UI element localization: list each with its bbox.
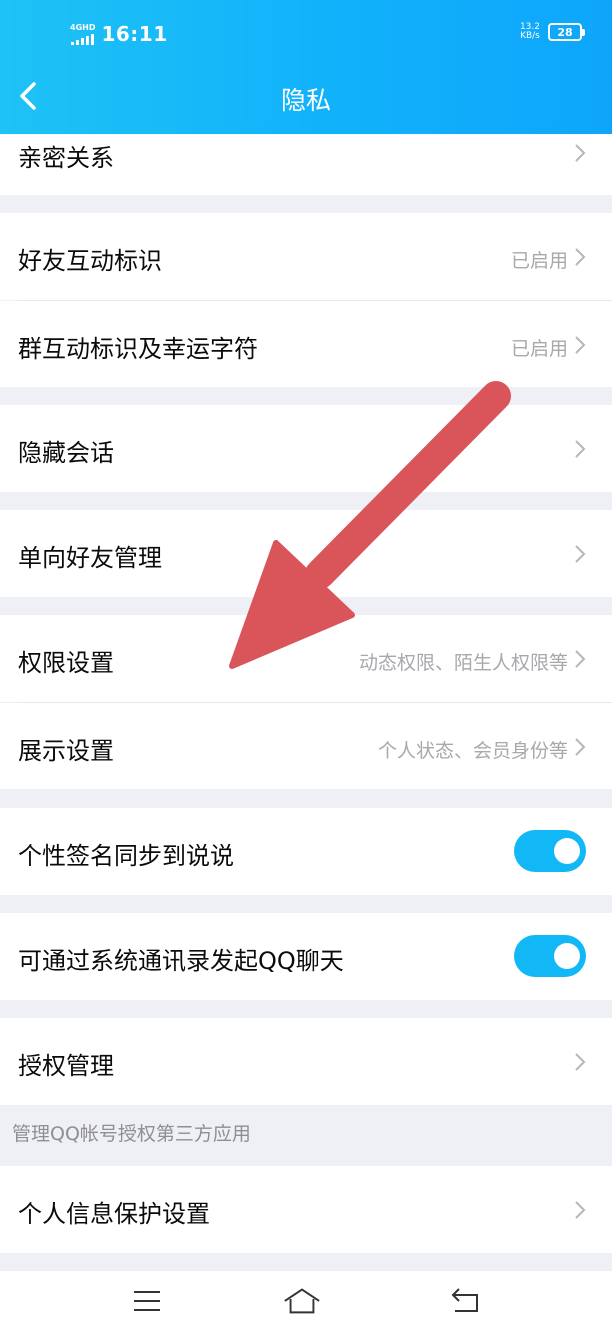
authorization-note: 管理QQ帐号授权第三方应用 [12, 1123, 251, 1145]
status-bar: 4GHD 16:11 13.2 KB/s 28 [0, 0, 612, 66]
nav-bar: 隐私 [0, 66, 612, 134]
row-value: 动态权限、陌生人权限等 [358, 652, 568, 674]
row-label: 授权管理 [18, 1052, 114, 1080]
row-one-way-friend[interactable]: 单向好友管理 [0, 510, 612, 597]
return-icon [451, 1288, 478, 1312]
network-type: 4GHD [70, 22, 96, 32]
row-label: 隐藏会话 [18, 439, 114, 467]
toggle-knob [554, 838, 580, 864]
row-label: 个人信息保护设置 [18, 1200, 210, 1228]
row-label: 展示设置 [18, 737, 114, 765]
row-personal-info[interactable]: 个人信息保护设置 [0, 1166, 612, 1253]
chevron-right-icon [575, 336, 586, 354]
row-label: 个性签名同步到说说 [18, 842, 234, 870]
app-header: 4GHD 16:11 13.2 KB/s 28 隐私 [0, 0, 612, 134]
row-intimate-relation[interactable]: 亲密关系 [0, 134, 612, 195]
chevron-right-icon [575, 545, 586, 563]
return-button[interactable] [446, 1281, 486, 1319]
row-hidden-chat[interactable]: 隐藏会话 [0, 405, 612, 492]
row-value: 个人状态、会员身份等 [377, 740, 568, 762]
network-speed: 13.2 KB/s [520, 22, 540, 42]
row-signature-sync: 个性签名同步到说说 [0, 808, 612, 895]
row-value: 已启用 [510, 338, 568, 360]
system-nav-bar [0, 1271, 612, 1319]
row-authorization[interactable]: 授权管理 [0, 1018, 612, 1105]
chevron-right-icon [575, 144, 586, 162]
row-label: 群互动标识及幸运字符 [18, 335, 258, 363]
network-speed-unit: KB/s [520, 31, 540, 42]
signature-sync-toggle[interactable] [514, 830, 586, 872]
signal-indicator: 4GHD [70, 22, 96, 45]
row-friend-interaction[interactable]: 好友互动标识 已启用 [0, 213, 612, 300]
row-label: 好友互动标识 [18, 247, 162, 275]
row-label: 可通过系统通讯录发起QQ聊天 [18, 947, 344, 975]
chevron-right-icon [575, 1053, 586, 1071]
status-bar-right: 13.2 KB/s 28 [520, 22, 585, 42]
row-value: 已启用 [510, 250, 568, 272]
status-bar-left: 4GHD 16:11 [70, 22, 168, 46]
chevron-right-icon [575, 738, 586, 756]
row-label: 单向好友管理 [18, 544, 162, 572]
row-permission-settings[interactable]: 权限设置 动态权限、陌生人权限等 [0, 615, 612, 702]
battery-level: 28 [557, 25, 573, 39]
row-label: 权限设置 [18, 649, 114, 677]
row-group-interaction[interactable]: 群互动标识及幸运字符 已启用 [0, 301, 612, 387]
row-contacts-chat: 可通过系统通讯录发起QQ聊天 [0, 913, 612, 1000]
home-icon [284, 1288, 320, 1314]
chevron-right-icon [575, 248, 586, 266]
chevron-right-icon [575, 1201, 586, 1219]
row-label: 亲密关系 [18, 144, 114, 172]
menu-icon [134, 1291, 160, 1311]
page-title: 隐私 [280, 86, 331, 115]
signal-icon [71, 33, 95, 45]
row-display-settings[interactable]: 展示设置 个人状态、会员身份等 [0, 703, 612, 789]
contacts-chat-toggle[interactable] [514, 935, 586, 977]
home-button[interactable] [282, 1281, 322, 1319]
battery-icon: 28 [548, 23, 585, 42]
chevron-right-icon [575, 440, 586, 458]
chevron-right-icon [575, 650, 586, 668]
toggle-knob [554, 943, 580, 969]
menu-button[interactable] [127, 1281, 167, 1319]
status-time: 16:11 [101, 22, 168, 46]
